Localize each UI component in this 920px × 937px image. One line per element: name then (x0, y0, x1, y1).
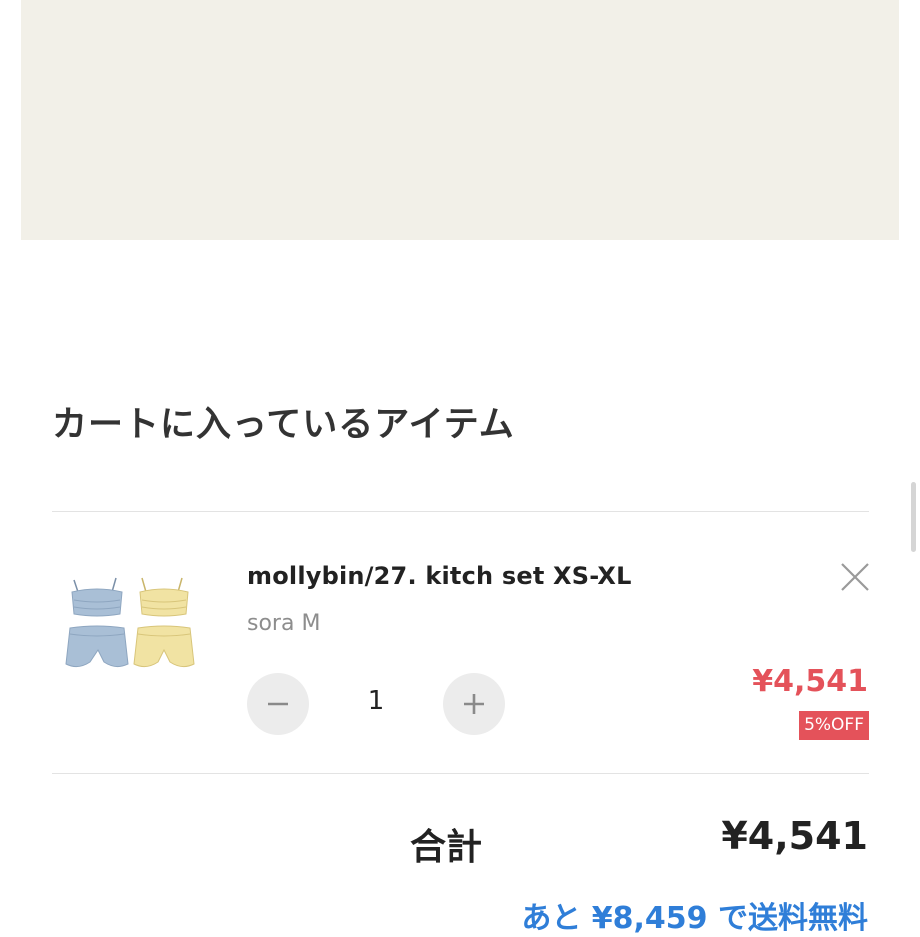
close-icon (841, 563, 869, 591)
remove-item-button[interactable] (838, 560, 872, 594)
divider (52, 773, 869, 774)
item-name[interactable]: mollybin/27. kitch set XS-XL (247, 562, 632, 590)
total-value: ¥4,541 (721, 814, 868, 858)
product-thumbnail[interactable] (60, 570, 200, 682)
minus-icon (268, 702, 288, 706)
discount-badge: 5%OFF (799, 711, 869, 740)
quantity-value: 1 (367, 686, 385, 716)
decrease-quantity-button[interactable] (247, 673, 309, 735)
scrollbar[interactable] (908, 0, 920, 920)
plus-icon (464, 694, 484, 714)
cart-section-title: カートに入っているアイテム (52, 405, 515, 445)
increase-quantity-button[interactable] (443, 673, 505, 735)
scrollbar-thumb[interactable] (911, 482, 916, 552)
free-shipping-note: あと ¥8,459 で送料無料 (521, 901, 868, 936)
item-price: ¥4,541 (752, 664, 868, 699)
item-variant: sora M (247, 611, 321, 636)
top-banner (21, 0, 899, 240)
divider (52, 511, 869, 512)
total-label: 合計 (410, 827, 483, 868)
